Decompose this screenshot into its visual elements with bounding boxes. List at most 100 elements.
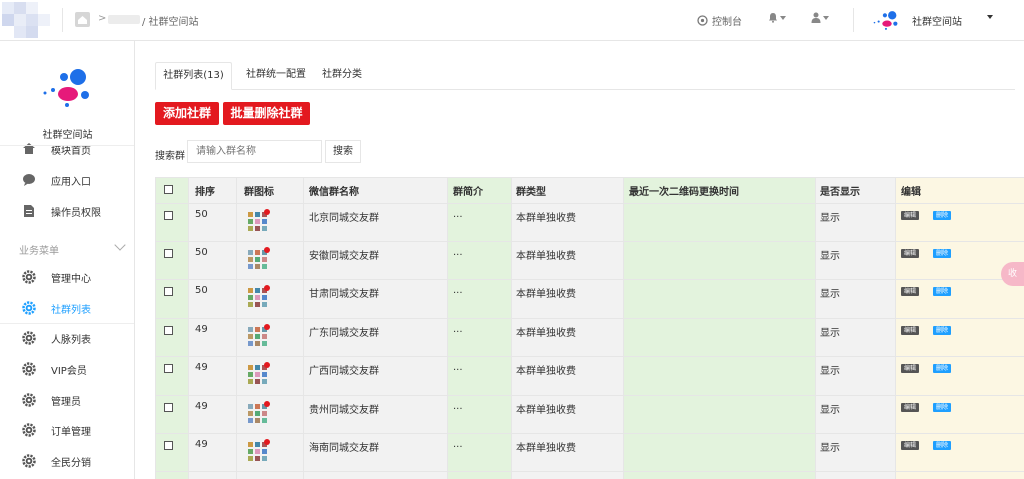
row-divider: [156, 241, 1024, 242]
notification-dot: [264, 209, 270, 215]
row-checkbox[interactable]: [164, 364, 173, 373]
gear-icon: [22, 301, 36, 315]
sidebar-item-management-center[interactable]: 管理中心: [0, 262, 134, 292]
sidebar-item-operator-permissions[interactable]: 操作员权限: [0, 196, 134, 226]
breadcrumb-blurred-item[interactable]: [108, 15, 140, 24]
edit-button[interactable]: 编辑: [901, 403, 920, 412]
sidebar-item-label: 全民分销: [51, 457, 91, 469]
delete-button[interactable]: 删除: [933, 403, 952, 412]
cell-name: 甘肃同城交友群: [309, 289, 379, 300]
cell-type: 本群单独收费: [516, 213, 576, 224]
select-all-checkbox[interactable]: [164, 185, 173, 194]
home-icon[interactable]: [75, 12, 90, 27]
notification-menu[interactable]: [768, 12, 786, 23]
header-name: 微信群名称: [309, 187, 359, 198]
row-checkbox[interactable]: [164, 441, 173, 450]
row-checkbox[interactable]: [164, 287, 173, 296]
header-sort[interactable]: 排序: [195, 183, 215, 198]
float-collapse-tab[interactable]: 收: [1001, 262, 1024, 286]
search-label: 搜索群: [155, 151, 185, 162]
edit-button[interactable]: 编辑: [901, 364, 920, 373]
cell-sort: 50: [195, 209, 208, 220]
cell-type: 本群单独收费: [516, 443, 576, 454]
delete-button[interactable]: 删除: [933, 326, 952, 335]
cell-name: 北京同城交友群: [309, 213, 379, 224]
sidebar-item-vip-members[interactable]: VIP会员: [0, 354, 134, 384]
cell-type: 本群单独收费: [516, 366, 576, 377]
console-link[interactable]: 控制台: [697, 13, 742, 28]
tab-bar: 社群列表(13) 社群统一配置 社群分类: [155, 62, 1015, 90]
brand-logo-icon: [873, 11, 898, 30]
edit-button[interactable]: 编辑: [901, 249, 920, 258]
tab-community-config[interactable]: 社群统一配置: [236, 62, 316, 90]
group-icon-thumbnail: [247, 209, 270, 232]
tab-community-category[interactable]: 社群分类: [317, 62, 367, 90]
header-icon: 群图标: [244, 187, 274, 198]
row-checkbox[interactable]: [164, 403, 173, 412]
group-icon-thumbnail: [247, 362, 270, 385]
cell-name: 海南同城交友群: [309, 443, 379, 454]
row-checkbox[interactable]: [164, 211, 173, 220]
row-divider: [156, 279, 1024, 280]
cell-type: 本群单独收费: [516, 405, 576, 416]
sidebar-group-business[interactable]: 业务菜单: [0, 233, 134, 263]
brand-switcher[interactable]: 社群空间站: [872, 8, 962, 32]
cell-intro: ...: [453, 401, 463, 412]
sidebar-item-admins[interactable]: 管理员: [0, 385, 134, 415]
row-checkbox[interactable]: [164, 326, 173, 335]
header-display: 是否显示: [820, 187, 860, 198]
caret-down-icon[interactable]: [987, 15, 993, 19]
sidebar-item-label: 人脉列表: [51, 334, 91, 346]
console-label: 控制台: [712, 17, 742, 28]
cell-type: 本群单独收费: [516, 328, 576, 339]
edit-button[interactable]: 编辑: [901, 441, 920, 450]
home-icon: [22, 141, 36, 155]
search-button[interactable]: 搜索: [325, 140, 361, 163]
sidebar-item-contacts-list[interactable]: 人脉列表: [0, 323, 134, 353]
sidebar-item-orders[interactable]: 订单管理: [0, 415, 134, 445]
user-icon: [811, 12, 821, 23]
cell-intro: ...: [453, 247, 463, 258]
tab-community-list[interactable]: 社群列表(13): [155, 62, 232, 90]
chat-icon: [22, 173, 36, 187]
notification-dot: [264, 324, 270, 330]
delete-button[interactable]: 删除: [933, 441, 952, 450]
sidebar-item-community-list[interactable]: 社群列表: [0, 293, 134, 323]
row-divider: [156, 356, 1024, 357]
edit-button[interactable]: 编辑: [901, 211, 920, 220]
notification-dot: [264, 247, 270, 253]
delete-button[interactable]: 删除: [933, 249, 952, 258]
row-checkbox[interactable]: [164, 249, 173, 258]
user-menu[interactable]: [811, 12, 829, 23]
edit-button[interactable]: 编辑: [901, 287, 920, 296]
delete-button[interactable]: 删除: [933, 287, 952, 296]
cell-name: 贵州同城交友群: [309, 405, 379, 416]
delete-button[interactable]: 删除: [933, 364, 952, 373]
cell-sort: 49: [195, 362, 208, 373]
row-divider: [156, 433, 1024, 434]
breadcrumb-current: / 社群空间站: [142, 17, 199, 28]
caret-down-icon: [780, 15, 786, 20]
sidebar-item-module-home[interactable]: 模块首页: [0, 136, 134, 166]
sidebar-item-label: 订单管理: [51, 426, 91, 438]
top-bar: > / 社群空间站 控制台 社群空间站: [0, 0, 1024, 41]
main-content: 社群列表(13) 社群统一配置 社群分类 添加社群 批量删除社群 搜索群 搜索: [135, 41, 1024, 479]
chevron-down-icon: [114, 239, 126, 251]
header-type: 群类型: [516, 187, 546, 198]
add-community-button[interactable]: 添加社群: [155, 102, 219, 125]
edit-button[interactable]: 编辑: [901, 326, 920, 335]
sidebar-item-distribution[interactable]: 全民分销: [0, 446, 134, 476]
gear-icon: [22, 423, 36, 437]
header-edit: 编辑: [901, 187, 921, 198]
batch-delete-button[interactable]: 批量删除社群: [223, 102, 310, 125]
cell-display: 显示: [820, 213, 840, 224]
row-divider: [156, 203, 1024, 204]
bell-icon: [769, 13, 777, 23]
sidebar-group-label: 业务菜单: [19, 246, 59, 257]
cell-intro: ...: [453, 439, 463, 450]
sidebar-divider: [0, 145, 134, 146]
gear-icon: [22, 270, 36, 284]
sidebar-item-app-entry[interactable]: 应用入口: [0, 165, 134, 195]
delete-button[interactable]: 删除: [933, 211, 952, 220]
search-input[interactable]: [187, 140, 322, 163]
